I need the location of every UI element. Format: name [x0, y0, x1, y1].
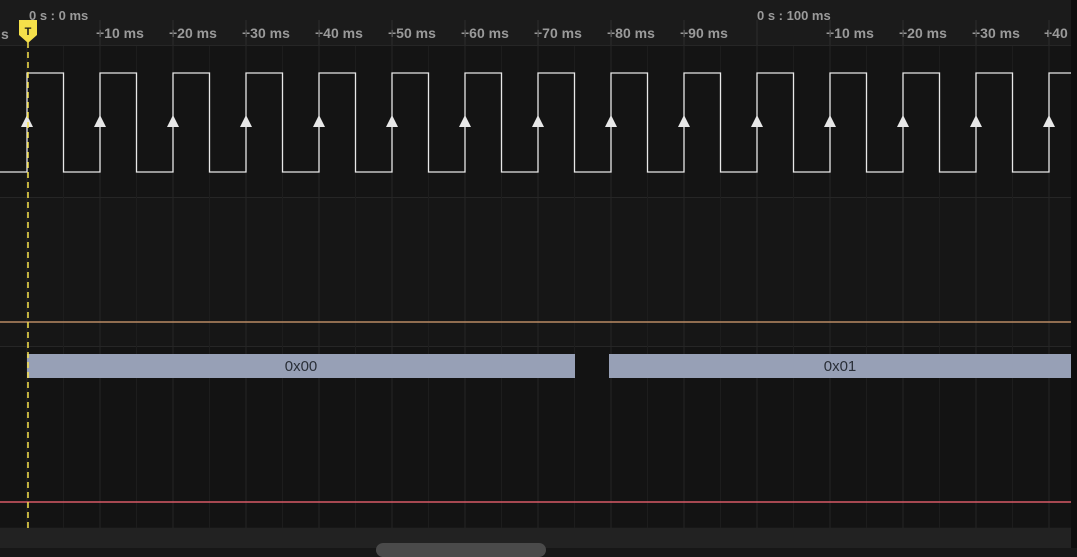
- rising-edge-arrow-icon: [313, 115, 325, 127]
- rising-edge-arrow-icon: [167, 115, 179, 127]
- rising-edge-arrow-icon: [459, 115, 471, 127]
- horizontal-scrollbar-thumb[interactable]: [376, 543, 546, 557]
- rising-edge-arrow-icon: [824, 115, 836, 127]
- rising-edge-arrow-icon: [21, 115, 33, 127]
- rising-edge-arrow-icon: [897, 115, 909, 127]
- rising-edge-arrow-icon: [970, 115, 982, 127]
- trigger-label: T: [25, 26, 32, 38]
- decoded-packet-value: 0x01: [824, 358, 857, 375]
- rising-edge-arrow-icon: [386, 115, 398, 127]
- rising-edge-arrow-icon: [751, 115, 763, 127]
- rising-edge-arrow-icon: [532, 115, 544, 127]
- right-edge-strip: [1071, 0, 1077, 548]
- edge-marker-group: [21, 115, 1055, 127]
- logic-analyzer-view: s 0 s : 0 ms 0 s : 100 ms +10 ms +20 ms …: [0, 0, 1077, 557]
- waveform-overlay: 0x00 0x01 T: [0, 20, 1077, 528]
- rising-edge-arrow-icon: [605, 115, 617, 127]
- packet-group: 0x00 0x01: [27, 354, 1077, 378]
- rising-edge-arrow-icon: [94, 115, 106, 127]
- rising-edge-arrow-icon: [1043, 115, 1055, 127]
- decoded-packet-value: 0x00: [285, 358, 318, 375]
- rising-edge-arrow-icon: [240, 115, 252, 127]
- trigger-marker[interactable]: T: [19, 20, 37, 43]
- rising-edge-arrow-icon: [678, 115, 690, 127]
